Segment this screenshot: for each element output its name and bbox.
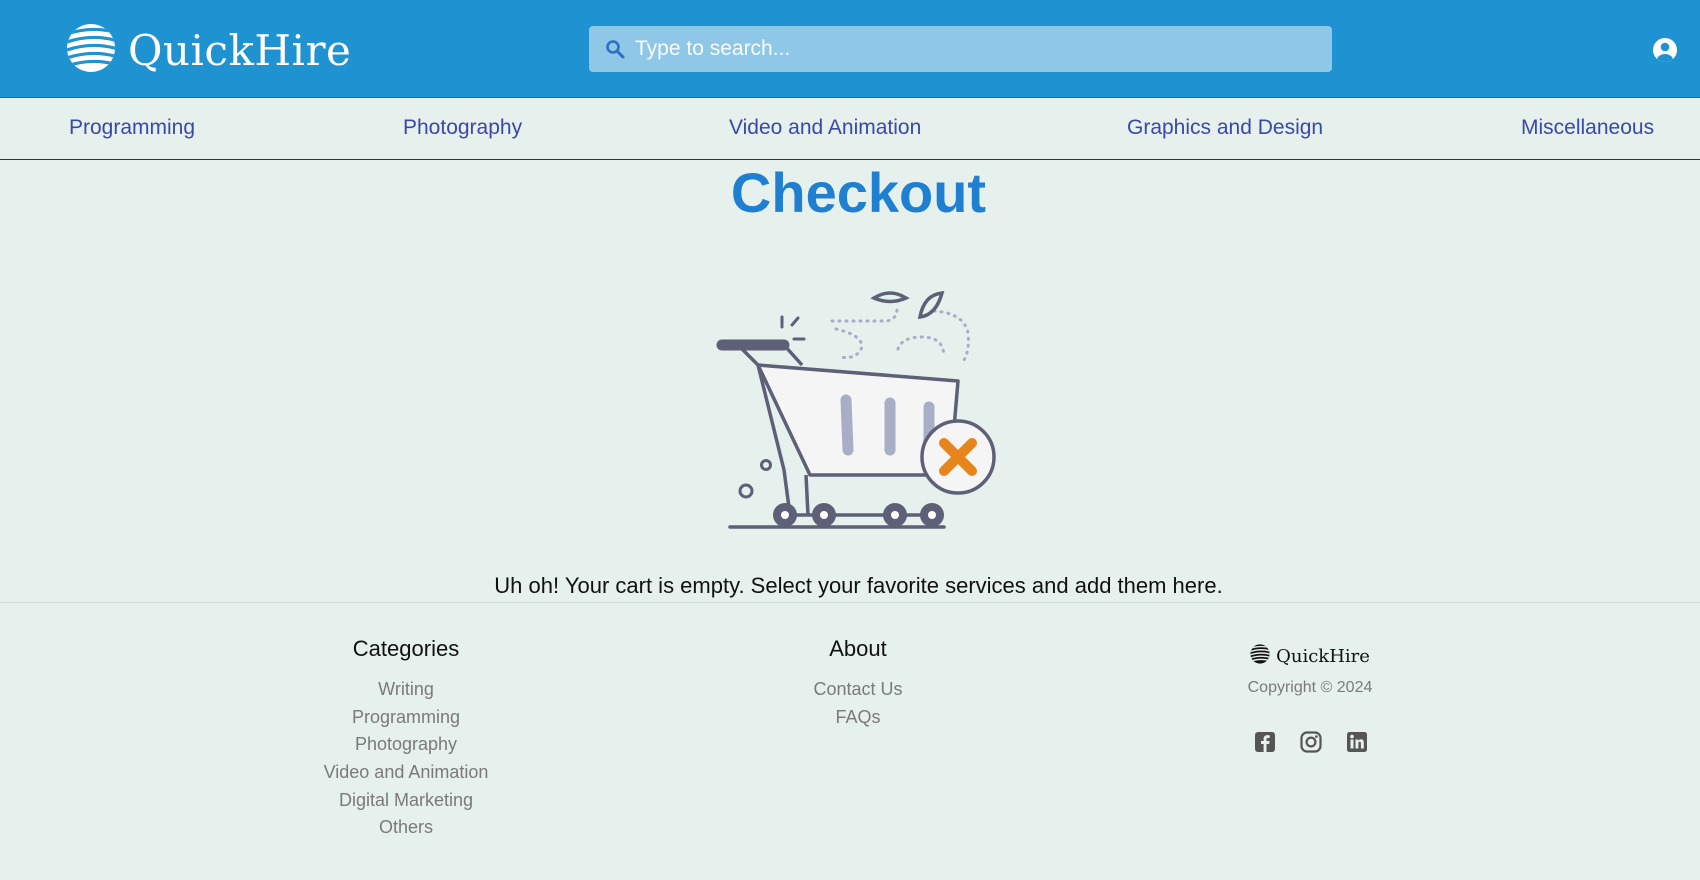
- search-input[interactable]: [635, 26, 1315, 72]
- social-links: [1253, 730, 1369, 754]
- search-bar[interactable]: [589, 26, 1332, 72]
- brand-name: QuickHire: [128, 25, 352, 75]
- empty-cart-icon: [712, 285, 1002, 540]
- footer-about-heading: About: [829, 636, 887, 661]
- top-header: QuickHire: [0, 0, 1700, 98]
- footer-divider: [0, 602, 1700, 603]
- nav-item-photography[interactable]: Photography: [403, 116, 522, 140]
- nav-item-graphics-and-design[interactable]: Graphics and Design: [1127, 116, 1323, 140]
- search-icon: [605, 39, 625, 64]
- footer-link-programming[interactable]: Programming: [246, 704, 566, 732]
- copyright-text: Copyright © 2024: [1247, 679, 1373, 696]
- instagram-icon[interactable]: [1299, 730, 1323, 754]
- empty-cart-message: Uh oh! Your cart is empty. Select your f…: [494, 573, 1223, 598]
- striped-globe-icon: [1250, 644, 1270, 669]
- footer-categories-heading: Categories: [352, 636, 460, 661]
- nav-item-video-and-animation[interactable]: Video and Animation: [729, 116, 921, 140]
- footer-link-photography[interactable]: Photography: [246, 731, 566, 759]
- footer-link-writing[interactable]: Writing: [246, 676, 566, 704]
- nav-item-miscellaneous[interactable]: Miscellaneous: [1521, 116, 1654, 140]
- footer-brand[interactable]: QuickHire: [1160, 644, 1460, 669]
- nav-item-programming[interactable]: Programming: [69, 116, 195, 140]
- footer-link-faqs[interactable]: FAQs: [698, 704, 1018, 732]
- facebook-icon[interactable]: [1253, 730, 1277, 754]
- brand-logo[interactable]: QuickHire: [66, 23, 352, 78]
- footer-brand-name: QuickHire: [1276, 646, 1370, 667]
- category-nav: Programming Photography Video and Animat…: [0, 98, 1700, 160]
- footer-about: About Contact Us FAQs: [698, 636, 1018, 731]
- footer-link-others[interactable]: Others: [246, 814, 566, 842]
- page-title: Checkout: [730, 161, 987, 224]
- footer-link-digital-marketing[interactable]: Digital Marketing: [246, 787, 566, 815]
- footer-link-video-and-animation[interactable]: Video and Animation: [246, 759, 566, 787]
- footer-link-contact-us[interactable]: Contact Us: [698, 676, 1018, 704]
- footer-categories: Categories Writing Programming Photograp…: [246, 636, 566, 842]
- linkedin-icon[interactable]: [1345, 730, 1369, 754]
- striped-globe-icon: [66, 23, 116, 78]
- user-circle-icon[interactable]: [1652, 37, 1678, 68]
